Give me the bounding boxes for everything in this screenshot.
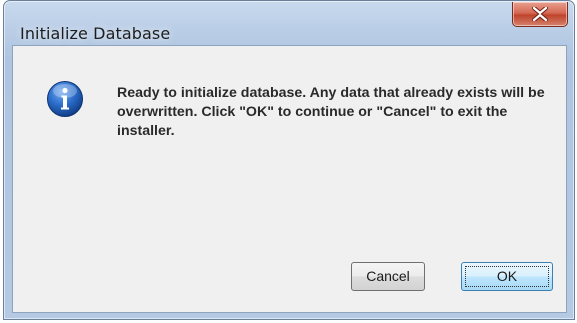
close-icon xyxy=(532,7,548,21)
ok-button-label: OK xyxy=(496,268,518,284)
ok-button[interactable]: OK xyxy=(461,262,553,291)
close-button[interactable] xyxy=(512,2,568,27)
title-bar[interactable]: Initialize Database xyxy=(4,1,574,45)
cancel-button[interactable]: Cancel xyxy=(351,262,425,291)
dialog-content: Ready to initialize database. Any data t… xyxy=(12,45,567,313)
dialog-message: Ready to initialize database. Any data t… xyxy=(117,85,545,139)
dialog-window: Initialize Database Ready to initialize … xyxy=(3,0,575,320)
window-title: Initialize Database xyxy=(20,24,171,43)
info-icon xyxy=(47,81,83,117)
